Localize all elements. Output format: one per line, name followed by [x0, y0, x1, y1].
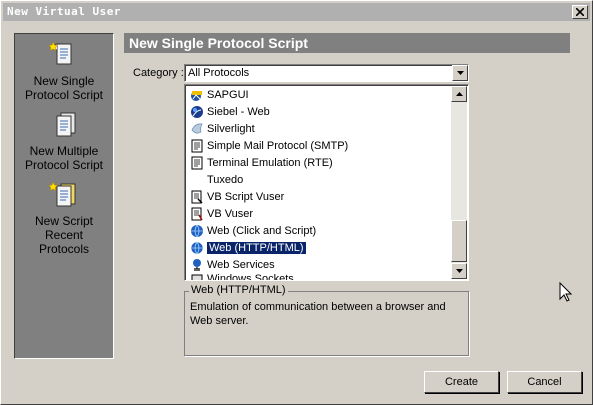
new-multiple-label-line1: New Multiple	[29, 144, 99, 158]
protocol-label: SAPGUI	[207, 88, 249, 101]
web-services-icon	[193, 258, 201, 271]
protocol-description-group: Web (HTTP/HTML) Emulation of communicati…	[184, 284, 469, 356]
recent-protocols-icon	[49, 181, 76, 207]
protocol-item-terminal-emulation[interactable]: Terminal Emulation (RTE)	[188, 154, 452, 171]
windows-sockets-icon	[191, 274, 203, 280]
protocol-label: Web (HTTP/HTML)	[206, 240, 307, 255]
terminal-icon	[191, 156, 203, 169]
siebel-icon	[191, 105, 203, 118]
protocol-label: VB Vuser	[207, 207, 254, 220]
vb-icon	[191, 207, 203, 220]
silverlight-icon	[191, 123, 203, 133]
protocol-label: Web (Click and Script)	[207, 224, 317, 237]
new-single-label-line1: New Single	[33, 74, 95, 88]
protocol-item-tuxedo[interactable]: Tuxedo	[188, 171, 452, 188]
close-button[interactable]	[572, 5, 588, 19]
recent-label-line1: New Script	[34, 214, 93, 228]
window-title: New Virtual User	[7, 5, 121, 18]
multiple-script-icon	[56, 112, 76, 137]
create-button[interactable]: Create	[424, 371, 499, 393]
description-title: Web (HTTP/HTML)	[189, 284, 288, 296]
protocol-item-web-click-and-script[interactable]: Web (Click and Script)	[188, 222, 452, 239]
scroll-down-button[interactable]	[451, 263, 467, 279]
tuxedo-icon	[190, 173, 204, 187]
cancel-button[interactable]: Cancel	[507, 371, 582, 393]
chevron-down-icon	[455, 269, 463, 273]
chevron-up-icon	[455, 92, 463, 96]
new-virtual-user-dialog: New Virtual User New Single Protocol Scr…	[0, 0, 593, 405]
vbscript-icon	[191, 190, 203, 204]
title-bar[interactable]: New Virtual User	[3, 3, 590, 21]
smtp-icon	[191, 139, 203, 152]
protocol-item-web-services[interactable]: Web Services	[188, 256, 452, 273]
new-script-recent-protocols-option[interactable]: New Script Recent Protocols	[15, 180, 113, 256]
new-single-label-line2: Protocol Script	[24, 88, 104, 102]
chevron-down-icon	[456, 71, 464, 75]
close-icon	[576, 8, 584, 16]
protocol-list-scrollbar[interactable]	[451, 86, 467, 279]
protocol-list[interactable]: SAPGUI Siebel - Web Silverlight Simple M…	[184, 84, 469, 281]
scroll-thumb[interactable]	[451, 220, 467, 262]
script-type-panel: New Single Protocol Script New Multiple …	[14, 33, 114, 359]
protocol-item-windows-sockets[interactable]: Windows Sockets	[188, 273, 452, 281]
recent-label-line2: Recent	[44, 228, 84, 242]
protocol-label: Terminal Emulation (RTE)	[207, 156, 333, 169]
protocol-label: Siebel - Web	[207, 105, 270, 118]
protocol-item-vb-script-vuser[interactable]: VB Script Vuser	[188, 188, 452, 205]
protocol-item-silverlight[interactable]: Silverlight	[188, 120, 452, 137]
section-header: New Single Protocol Script	[124, 33, 570, 53]
web-click-icon	[191, 224, 203, 237]
category-label: Category :	[133, 67, 184, 79]
web-http-icon	[190, 241, 204, 254]
new-multiple-label-line2: Protocol Script	[24, 158, 104, 172]
category-value: All Protocols	[188, 67, 250, 79]
protocol-item-siebel-web[interactable]: Siebel - Web	[188, 103, 452, 120]
scroll-up-button[interactable]	[451, 86, 467, 102]
single-script-icon	[49, 41, 72, 65]
recent-label-line3: Protocols	[38, 242, 90, 256]
description-text: Emulation of communication between a bro…	[190, 301, 446, 327]
new-multiple-protocol-script-option[interactable]: New Multiple Protocol Script	[15, 110, 113, 172]
protocol-item-web-http-html[interactable]: Web (HTTP/HTML)	[188, 239, 452, 256]
category-dropdown-button[interactable]	[452, 65, 468, 81]
section-title: New Single Protocol Script	[129, 35, 308, 51]
protocol-item-vb-vuser[interactable]: VB Vuser	[188, 205, 452, 222]
protocol-label: VB Script Vuser	[207, 190, 285, 203]
protocol-label: Tuxedo	[207, 173, 244, 186]
new-single-protocol-script-option[interactable]: New Single Protocol Script	[15, 40, 113, 102]
protocol-label: Web Services	[207, 258, 275, 271]
protocol-label: Simple Mail Protocol (SMTP)	[207, 139, 349, 152]
protocol-label: Silverlight	[207, 122, 255, 135]
mouse-cursor-icon	[559, 282, 572, 302]
protocol-list-items: SAPGUI Siebel - Web Silverlight Simple M…	[188, 86, 452, 281]
protocol-item-sapgui[interactable]: SAPGUI	[188, 86, 452, 103]
protocol-item-smtp[interactable]: Simple Mail Protocol (SMTP)	[188, 137, 452, 154]
category-dropdown[interactable]: All Protocols	[184, 64, 469, 82]
protocol-label: Windows Sockets	[207, 273, 294, 281]
sapgui-icon	[191, 90, 202, 101]
